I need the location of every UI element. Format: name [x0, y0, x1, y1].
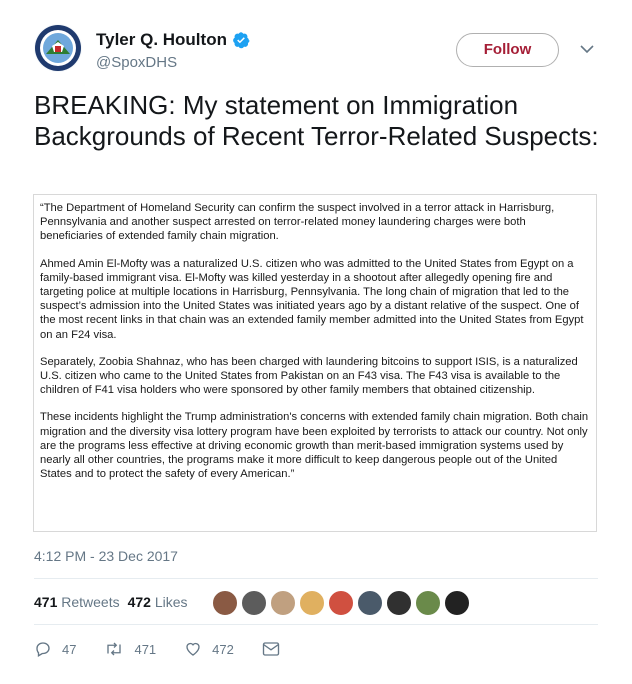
tweet-stats: 471 Retweets 472 Likes	[34, 594, 196, 610]
author-handle[interactable]: @SpoxDHS	[96, 54, 177, 71]
retweets-stat[interactable]: 471 Retweets	[34, 594, 120, 610]
reply-icon	[36, 642, 50, 657]
liker-avatar[interactable]	[299, 590, 325, 616]
statement-paragraph: These incidents highlight the Trump admi…	[40, 411, 589, 481]
tweet-headline: BREAKING: My statement on Immigration Ba…	[34, 90, 599, 151]
statement-paragraph: Separately, Zoobia Shahnaz, who has been…	[40, 355, 578, 397]
liker-avatar[interactable]	[386, 590, 412, 616]
dhs-seal-icon[interactable]	[34, 24, 82, 72]
retweets-count: 471	[34, 594, 58, 610]
like-count: 472	[212, 641, 234, 657]
envelope-icon	[262, 642, 280, 656]
statement-paragraph: “The Department of Homeland Security can…	[40, 202, 555, 243]
tweet-actions: 47 471 472	[34, 640, 318, 658]
tweet-timestamp[interactable]: 4:12 PM - 23 Dec 2017	[34, 548, 178, 564]
statement-image[interactable]: “The Department of Homeland Security can…	[33, 194, 597, 532]
author-name-row: Tyler Q. Houlton	[96, 30, 250, 50]
heart-icon	[186, 642, 200, 656]
divider	[34, 624, 598, 625]
divider	[34, 578, 598, 579]
like-button[interactable]: 472	[184, 640, 234, 658]
liker-avatar[interactable]	[212, 590, 238, 616]
liker-avatar[interactable]	[415, 590, 441, 616]
tweet: Tyler Q. Houlton @SpoxDHS Follow BREAKIN…	[0, 0, 632, 684]
liker-avatar[interactable]	[270, 590, 296, 616]
retweet-count: 471	[134, 641, 157, 657]
follow-button[interactable]: Follow	[456, 33, 559, 67]
reply-count: 47	[62, 641, 77, 657]
reply-button[interactable]: 47	[34, 640, 76, 658]
liker-avatar[interactable]	[444, 590, 470, 616]
display-name[interactable]: Tyler Q. Houlton	[96, 30, 227, 50]
likes-count: 472	[127, 594, 151, 610]
chevron-down-icon[interactable]	[578, 40, 596, 58]
verified-badge-icon	[233, 32, 250, 49]
statement-paragraph: Ahmed Amin El-Mofty was a naturalized U.…	[40, 257, 584, 341]
retweet-button[interactable]: 471	[104, 640, 156, 658]
liker-avatars	[212, 590, 473, 616]
likes-label: Likes	[154, 594, 188, 610]
liker-avatar[interactable]	[328, 590, 354, 616]
liker-avatar[interactable]	[357, 590, 383, 616]
message-button[interactable]	[262, 641, 290, 657]
retweets-label: Retweets	[61, 594, 120, 610]
likes-stat[interactable]: 472 Likes	[128, 594, 188, 610]
liker-avatar[interactable]	[241, 590, 267, 616]
retweet-icon	[107, 642, 122, 656]
